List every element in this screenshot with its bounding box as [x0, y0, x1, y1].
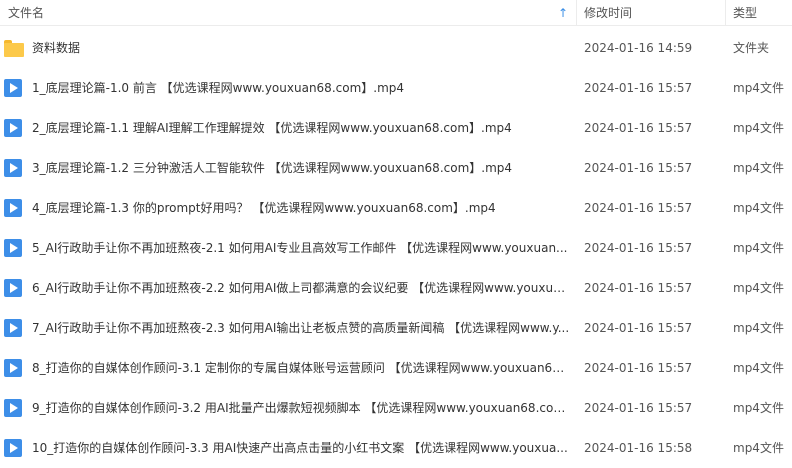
file-name: 10_打造你的自媒体创作顾问-3.3 用AI快速产出高点击量的小红书文案 【优选…	[32, 441, 568, 455]
file-list: 资料数据 2024-01-16 14:59 文件夹 1_底层理论篇-1.0 前言…	[0, 28, 792, 468]
file-modified-time: 2024-01-16 15:57	[584, 241, 693, 255]
file-modified-time: 2024-01-16 15:57	[584, 361, 693, 375]
video-file-icon	[4, 239, 22, 257]
file-name: 1_底层理论篇-1.0 前言 【优选课程网www.youxuan68.com】.…	[32, 81, 405, 95]
file-type: 文件夹	[733, 41, 770, 55]
list-item[interactable]: 4_底层理论篇-1.3 你的prompt好用吗？ 【优选课程网www.youxu…	[0, 188, 792, 228]
video-file-icon	[4, 199, 22, 217]
file-type: mp4文件	[733, 161, 784, 175]
file-modified-time: 2024-01-16 15:57	[584, 121, 693, 135]
file-type: mp4文件	[733, 321, 784, 335]
file-modified-time: 2024-01-16 15:57	[584, 401, 693, 415]
video-file-icon	[4, 119, 22, 137]
video-file-icon	[4, 79, 22, 97]
video-file-icon	[4, 359, 22, 377]
file-name: 2_底层理论篇-1.1 理解AI理解工作理解提效 【优选课程网www.youxu…	[32, 121, 512, 135]
file-modified-time: 2024-01-16 14:59	[584, 41, 693, 55]
file-name: 资料数据	[32, 41, 81, 55]
column-divider[interactable]	[725, 0, 726, 26]
list-item[interactable]: 资料数据 2024-01-16 14:59 文件夹	[0, 28, 792, 68]
sort-ascending-icon[interactable]: ↑	[558, 0, 568, 26]
folder-icon	[4, 39, 24, 57]
list-item[interactable]: 5_AI行政助手让你不再加班熬夜-2.1 如何用AI专业且高效写工作邮件 【优选…	[0, 228, 792, 268]
file-name: 6_AI行政助手让你不再加班熬夜-2.2 如何用AI做上司都满意的会议纪要 【优…	[32, 281, 570, 295]
column-divider[interactable]	[576, 0, 577, 26]
list-item[interactable]: 2_底层理论篇-1.1 理解AI理解工作理解提效 【优选课程网www.youxu…	[0, 108, 792, 148]
file-type: mp4文件	[733, 361, 784, 375]
file-modified-time: 2024-01-16 15:57	[584, 321, 693, 335]
file-type: mp4文件	[733, 121, 784, 135]
video-file-icon	[4, 399, 22, 417]
column-header-type[interactable]: 类型	[733, 0, 792, 26]
file-name: 9_打造你的自媒体创作顾问-3.2 用AI批量产出爆款短视频脚本 【优选课程网w…	[32, 401, 570, 415]
list-item[interactable]: 10_打造你的自媒体创作顾问-3.3 用AI快速产出高点击量的小红书文案 【优选…	[0, 428, 792, 468]
file-type: mp4文件	[733, 81, 784, 95]
list-item[interactable]: 1_底层理论篇-1.0 前言 【优选课程网www.youxuan68.com】.…	[0, 68, 792, 108]
list-item[interactable]: 7_AI行政助手让你不再加班熬夜-2.3 如何用AI输出让老板点赞的高质量新闻稿…	[0, 308, 792, 348]
video-file-icon	[4, 279, 22, 297]
list-item[interactable]: 3_底层理论篇-1.2 三分钟激活人工智能软件 【优选课程网www.youxua…	[0, 148, 792, 188]
column-header-modified-time[interactable]: 修改时间	[584, 0, 724, 26]
file-type: mp4文件	[733, 281, 784, 295]
file-type: mp4文件	[733, 441, 784, 455]
file-name: 8_打造你的自媒体创作顾问-3.1 定制你的专属自媒体账号运营顾问 【优选课程网…	[32, 361, 570, 375]
file-modified-time: 2024-01-16 15:57	[584, 201, 693, 215]
list-item[interactable]: 9_打造你的自媒体创作顾问-3.2 用AI批量产出爆款短视频脚本 【优选课程网w…	[0, 388, 792, 428]
file-type: mp4文件	[733, 201, 784, 215]
file-type: mp4文件	[733, 241, 784, 255]
file-modified-time: 2024-01-16 15:57	[584, 161, 693, 175]
file-name: 3_底层理论篇-1.2 三分钟激活人工智能软件 【优选课程网www.youxua…	[32, 161, 513, 175]
file-modified-time: 2024-01-16 15:58	[584, 441, 693, 455]
file-modified-time: 2024-01-16 15:57	[584, 281, 693, 295]
video-file-icon	[4, 439, 22, 457]
video-file-icon	[4, 319, 22, 337]
file-name: 7_AI行政助手让你不再加班熬夜-2.3 如何用AI输出让老板点赞的高质量新闻稿…	[32, 321, 570, 335]
file-name: 5_AI行政助手让你不再加班熬夜-2.1 如何用AI专业且高效写工作邮件 【优选…	[32, 241, 568, 255]
list-item[interactable]: 8_打造你的自媒体创作顾问-3.1 定制你的专属自媒体账号运营顾问 【优选课程网…	[0, 348, 792, 388]
file-name: 4_底层理论篇-1.3 你的prompt好用吗？ 【优选课程网www.youxu…	[32, 201, 496, 215]
column-header: 文件名 ↑ 修改时间 类型	[0, 0, 792, 26]
list-item[interactable]: 6_AI行政助手让你不再加班熬夜-2.2 如何用AI做上司都满意的会议纪要 【优…	[0, 268, 792, 308]
file-type: mp4文件	[733, 401, 784, 415]
file-modified-time: 2024-01-16 15:57	[584, 81, 693, 95]
column-header-name[interactable]: 文件名	[8, 0, 575, 26]
video-file-icon	[4, 159, 22, 177]
